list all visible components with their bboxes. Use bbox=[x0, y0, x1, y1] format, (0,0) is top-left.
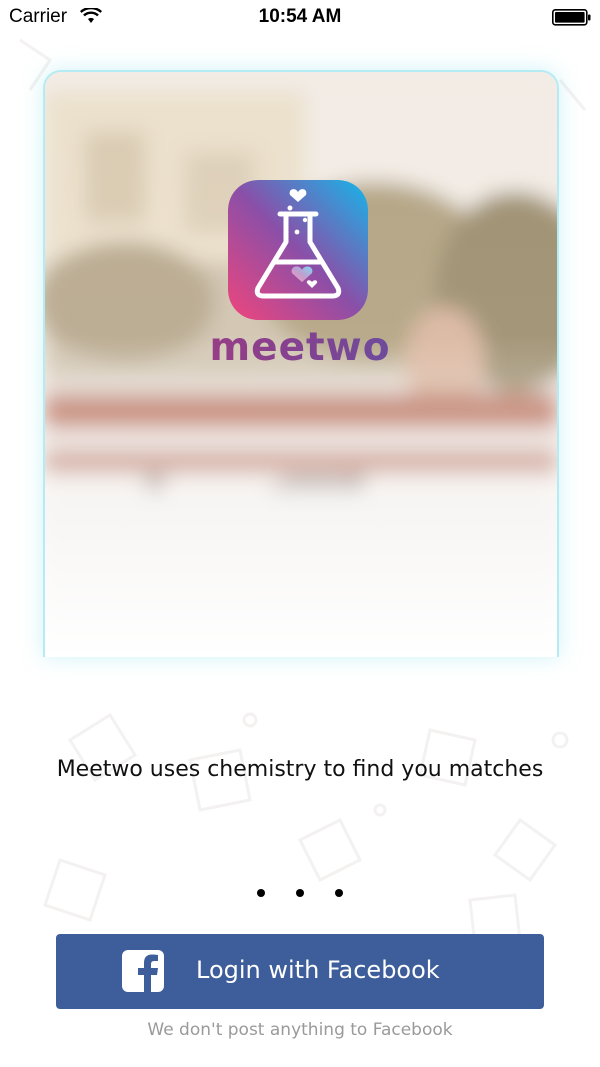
status-bar: Carrier 10:54 AM bbox=[0, 0, 600, 34]
facebook-icon bbox=[122, 950, 164, 992]
brand-wordmark: meetwo bbox=[0, 325, 600, 370]
facebook-button-label: Login with Facebook bbox=[196, 956, 440, 984]
page-indicator[interactable] bbox=[0, 882, 600, 897]
flask-heart-icon bbox=[228, 180, 368, 320]
login-with-facebook-button[interactable]: Login with Facebook bbox=[56, 934, 544, 1009]
battery-icon bbox=[552, 9, 591, 26]
onboarding-screen: Carrier 10:54 AM meetwo Meetwo uses chem… bbox=[0, 0, 600, 1067]
page-dot-2[interactable] bbox=[296, 889, 304, 897]
facebook-disclaimer: We don't post anything to Facebook bbox=[147, 1020, 453, 1040]
onboarding-tagline: Meetwo uses chemistry to find you matche… bbox=[56, 757, 544, 782]
page-dot-1[interactable] bbox=[256, 889, 265, 897]
status-time: 10:54 AM bbox=[258, 6, 342, 27]
